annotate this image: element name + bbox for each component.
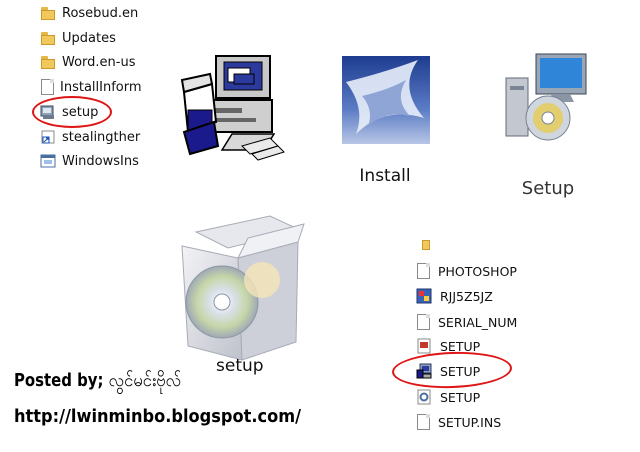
- list-item[interactable]: SETUP: [416, 386, 480, 408]
- folder-icon: [40, 54, 56, 70]
- posted-by-line: Posted by; လွင်မင်းဗိုလ်: [14, 368, 181, 395]
- list-item[interactable]: PHOTOSHOP: [416, 260, 517, 282]
- list-item[interactable]: InstallInform: [40, 76, 142, 98]
- explorer-list-bottom: PHOTOSHOP RJJ5Z5JZ SERIAL_NUM SETUP SETU…: [408, 240, 532, 440]
- folder-icon: [40, 30, 56, 46]
- list-item-label: SERIAL_NUM: [438, 314, 518, 330]
- list-item[interactable]: SERIAL_NUM: [416, 311, 517, 333]
- list-item-label: Updates: [62, 30, 116, 46]
- tile-setup-box[interactable]: setup: [152, 196, 334, 386]
- list-item-label: PHOTOSHOP: [438, 263, 517, 279]
- highlight-circle: [32, 96, 112, 128]
- setup-box-label: setup: [216, 356, 264, 376]
- author-name: လွင်မင်းဗိုလ်: [108, 370, 182, 391]
- list-item-label: InstallInform: [60, 79, 142, 95]
- explorer-list-top: Rosebud.en Updates Word.en-us InstallInf…: [30, 0, 156, 178]
- document-icon: [41, 79, 54, 95]
- list-item[interactable]: WindowsIns: [40, 150, 139, 172]
- list-item-label: WindowsIns: [62, 153, 139, 169]
- setup-label: Setup: [521, 178, 575, 199]
- list-item[interactable]: Word.en-us: [40, 51, 136, 73]
- blog-url[interactable]: http://lwinminbo.blogspot.com/: [14, 406, 301, 427]
- list-item-label: stealingther: [62, 129, 141, 145]
- install-label: Install: [359, 166, 411, 186]
- setup-doc-icon: [416, 338, 432, 354]
- list-item[interactable]: stealingther: [40, 126, 140, 148]
- folder-icon: [422, 240, 430, 250]
- shortcut-icon: [40, 129, 56, 145]
- list-item-label: SETUP.INS: [438, 414, 502, 430]
- list-item-label: Word.en-us: [62, 54, 136, 70]
- list-item[interactable]: RJJ5Z5JZ: [416, 285, 493, 307]
- list-item[interactable]: Updates: [40, 27, 116, 49]
- tile-install[interactable]: Install: [306, 22, 468, 200]
- document-icon: [417, 414, 430, 430]
- tile-setup-installer[interactable]: [154, 22, 304, 200]
- installer-computer-icon: [180, 55, 285, 161]
- list-item[interactable]: Rosebud.en: [40, 2, 138, 24]
- posted-by-label: Posted by;: [14, 370, 104, 391]
- document-icon: [417, 314, 430, 330]
- tile-setup[interactable]: Setup: [468, 6, 640, 212]
- window-icon: [40, 153, 56, 169]
- document-icon: [417, 263, 430, 279]
- app-icon: [416, 288, 432, 304]
- list-item[interactable]: SETUP.INS: [416, 411, 501, 433]
- list-item-label: RJJ5Z5JZ: [440, 288, 493, 304]
- list-item-label: SETUP: [440, 389, 481, 405]
- list-item-label: Rosebud.en: [62, 5, 139, 21]
- folder-icon: [40, 5, 56, 21]
- gear-doc-icon: [416, 389, 432, 405]
